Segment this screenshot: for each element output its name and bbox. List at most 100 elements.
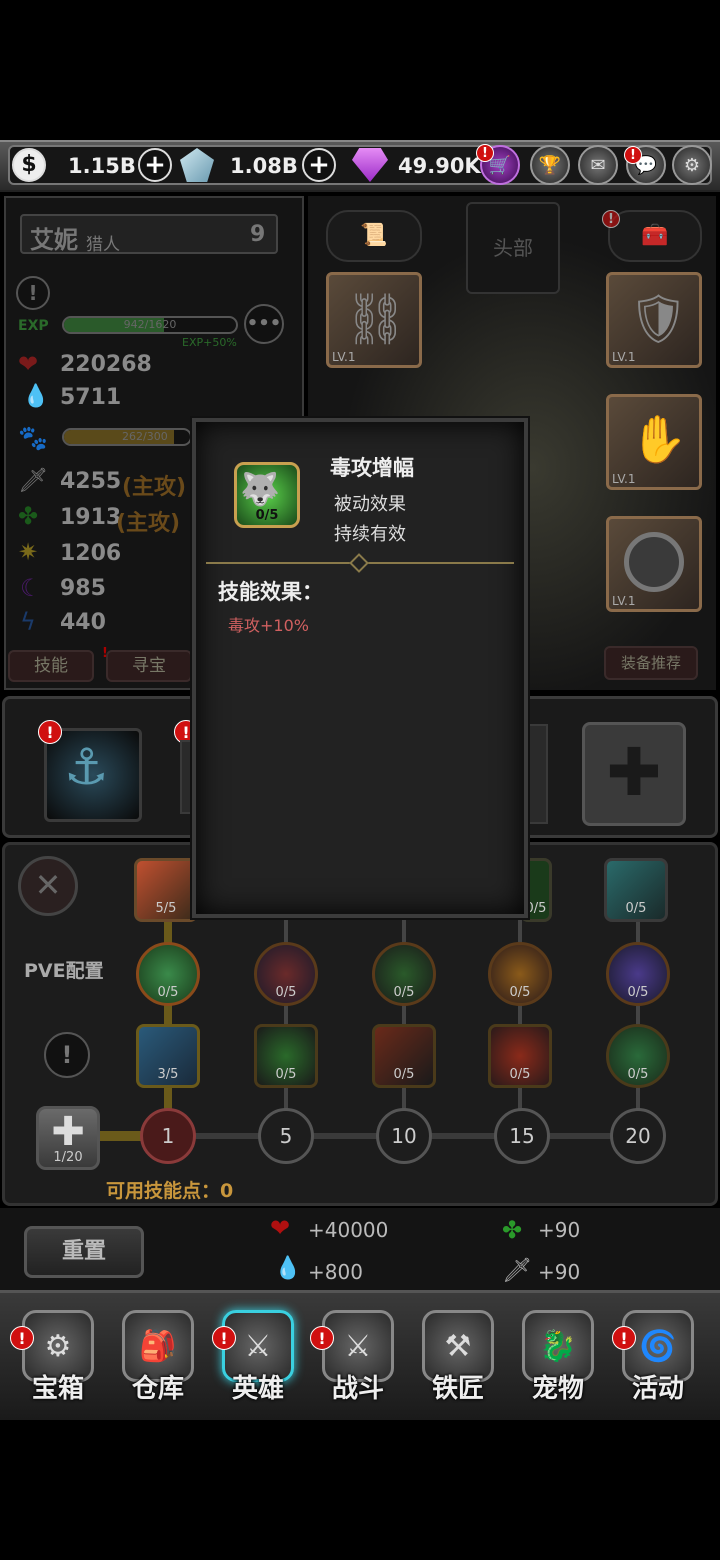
nav-storage[interactable]: 🎒 仓库	[116, 1310, 200, 1406]
armor-level: LV.1	[612, 350, 636, 364]
popup-title: 毒攻增幅	[330, 456, 414, 480]
gloves-icon: ✋	[630, 412, 688, 466]
skill-moon[interactable]: 0/5	[488, 942, 552, 1006]
heart-icon: ❤	[270, 1214, 291, 1242]
skill-eye[interactable]: 0/5	[136, 942, 200, 1006]
skill-sword[interactable]: 5/5	[134, 858, 198, 922]
nav-chest[interactable]: ⚙ 宝箱	[16, 1310, 100, 1406]
water-drop-icon: 💧	[274, 1256, 302, 1281]
crit-icon: ✷	[18, 538, 39, 566]
nav-hero[interactable]: ⚔ 英雄	[216, 1310, 300, 1406]
gold-amount: 1.15B	[68, 154, 136, 178]
nav-pet[interactable]: 🐉 宠物	[516, 1310, 600, 1406]
add-gold-button[interactable]: +	[138, 148, 172, 182]
magic-value: 985	[60, 576, 106, 601]
anchor-skill-icon: ⚓	[64, 738, 109, 796]
exp-label: EXP	[18, 318, 49, 334]
dagger-icon: 🗡	[502, 1256, 533, 1284]
poison-bonus: +90	[538, 1218, 581, 1242]
nav-event-badge: !	[612, 1326, 636, 1350]
nav-battle-label: 战斗	[331, 1374, 384, 1404]
nav-event[interactable]: 🌀 活动	[616, 1310, 700, 1406]
skill-fire-slash[interactable]: 0/5	[254, 942, 318, 1006]
settings-button[interactable]: ⚙	[672, 145, 712, 185]
shop-alert-badge: !	[476, 144, 494, 162]
gloves-level: LV.1	[612, 472, 636, 486]
skill-green-mist[interactable]: 0/5	[372, 942, 436, 1006]
hero-name: 艾妮	[30, 226, 78, 254]
hero-info-button[interactable]: !	[16, 276, 50, 310]
skill-thorns[interactable]: 0/5	[254, 1024, 318, 1088]
mp-bonus: +800	[308, 1260, 363, 1284]
gear-icon: ⚙	[683, 154, 701, 176]
tree-info-button[interactable]: !	[44, 1032, 90, 1078]
milestone-node-15[interactable]: 15	[494, 1108, 550, 1164]
skill-red-mask[interactable]: 0/5	[488, 1024, 552, 1088]
treasure-tab[interactable]: 寻宝	[106, 650, 192, 682]
exp-bonus: EXP+50%	[182, 336, 237, 349]
popup-skill-type: 被动效果	[334, 494, 406, 515]
milestone-node-20[interactable]: 20	[610, 1108, 666, 1164]
gem-amount: 49.90K	[398, 154, 481, 178]
attack-tag: (主攻)	[122, 475, 187, 500]
crit-value: 1206	[60, 541, 122, 566]
skill-points-text: 可用技能点：	[106, 1180, 221, 1202]
water-drop-icon: 💧	[22, 384, 50, 409]
skill-hammer[interactable]: 0/5	[372, 1024, 436, 1088]
mail-icon: ✉	[590, 154, 606, 176]
round-shield-icon	[624, 532, 684, 592]
equip-recommend-button[interactable]: 装备推荐	[604, 646, 698, 680]
poison-icon: ✤	[18, 502, 39, 530]
skill-purple-fire[interactable]: 0/5	[606, 942, 670, 1006]
nav-storage-label: 仓库	[131, 1374, 184, 1404]
milestone-node-1[interactable]: 1	[140, 1108, 196, 1164]
nav-hero-badge: !	[212, 1326, 236, 1350]
skill-ice[interactable]: 3/5	[136, 1024, 200, 1088]
milestone-node-5[interactable]: 5	[258, 1108, 314, 1164]
popup-effect-header: 技能效果：	[218, 580, 323, 604]
popup-effect-text: 毒攻+10%	[228, 616, 309, 635]
skill-green-ring[interactable]: 0/5	[606, 1024, 670, 1088]
skill-tab[interactable]: 技能	[8, 650, 94, 682]
gold-coin-icon: $	[12, 148, 46, 182]
nav-battle[interactable]: ⚔ 战斗	[316, 1310, 400, 1406]
add-skill-slot-button[interactable]: ✚	[582, 722, 686, 826]
poison-beast-icon: 🐺	[240, 470, 280, 508]
head-slot[interactable]: 头部	[466, 202, 560, 294]
weapon-level: LV.1	[332, 350, 356, 364]
speed-value: 440	[60, 610, 106, 635]
trophy-button[interactable]: 🏆	[530, 145, 570, 185]
close-tree-button[interactable]: ✕	[18, 856, 78, 916]
armor-icon: 🛡	[628, 291, 689, 347]
more-options-button[interactable]: •••	[244, 304, 284, 344]
nav-blacksmith[interactable]: ⚒ 铁匠	[416, 1310, 500, 1406]
skill-cyan-blade[interactable]: 0/5	[604, 858, 668, 922]
scroll-icon: 📜	[360, 223, 388, 248]
popup-skill-level: 0/5	[255, 508, 279, 523]
nav-event-label: 活动	[631, 1374, 684, 1404]
mail-button[interactable]: ✉	[578, 145, 618, 185]
nav-chest-badge: !	[10, 1326, 34, 1350]
moon-icon: ☾	[20, 574, 42, 602]
nav-battle-badge: !	[310, 1326, 334, 1350]
lightning-icon: ϟ	[20, 608, 36, 636]
heart-icon: ❤	[18, 350, 39, 378]
treasure-chest-icon: 🧰	[641, 223, 669, 248]
attack-value: 4255	[60, 469, 122, 494]
nav-pet-label: 宠物	[531, 1374, 584, 1404]
reset-button[interactable]: 重置	[24, 1226, 144, 1278]
skill-points-label: 可用技能点：0	[106, 1176, 233, 1203]
scroll-slot[interactable]: 📜	[326, 210, 422, 262]
nav-hero-label: 英雄	[231, 1374, 284, 1404]
add-crystal-button[interactable]: +	[302, 148, 336, 182]
hp-bonus: +40000	[308, 1218, 389, 1242]
poison-icon: ✤	[502, 1216, 523, 1244]
hero-class: 猎人	[86, 235, 120, 255]
attack-bonus: +90	[538, 1260, 581, 1284]
close-icon: ✕	[34, 866, 62, 904]
active-skill-slot-4[interactable]	[528, 724, 548, 824]
chest-slot[interactable]: 🧰	[608, 210, 702, 262]
milestone-node-10[interactable]: 10	[376, 1108, 432, 1164]
paw-icon: 🐾	[18, 424, 48, 452]
poison-tag: (主攻)	[116, 511, 181, 536]
